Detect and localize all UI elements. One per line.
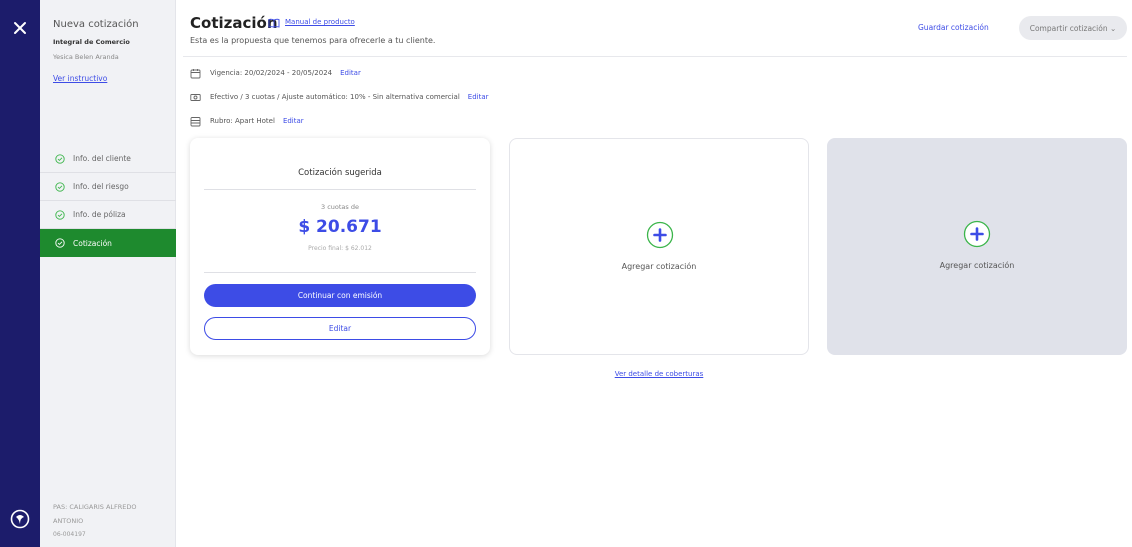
- pas-name-line2: ANTONIO: [53, 517, 84, 525]
- calendar-icon: [190, 68, 201, 78]
- side-panel: Nueva cotización Integral de Comercio Ye…: [40, 0, 176, 547]
- plus-circle-icon[interactable]: [963, 220, 991, 248]
- save-quote-button[interactable]: Guardar cotización: [918, 23, 989, 32]
- info-row-payment: Efectivo / 3 cuotas / Ajuste automático:…: [190, 90, 489, 104]
- suggested-quote-title: Cotización sugerida: [298, 168, 382, 178]
- user-name: Yesica Belen Aranda: [53, 53, 119, 61]
- share-quote-button[interactable]: Compartir cotización ⌄: [1019, 16, 1127, 40]
- step-info-cliente[interactable]: Info. del cliente: [40, 145, 176, 173]
- page-title: Cotización: [190, 14, 278, 32]
- card-divider: [204, 272, 476, 273]
- quote-process-title: Nueva cotización: [53, 19, 139, 30]
- check-circle-icon: [55, 238, 65, 248]
- brand-logo-icon: [10, 509, 30, 529]
- edit-payment-link[interactable]: Editar: [468, 93, 489, 101]
- info-row-vigencia: Vigencia: 20/02/2024 - 20/05/2024 Editar: [190, 66, 361, 80]
- step-info-poliza[interactable]: Info. de póliza: [40, 201, 176, 229]
- step-label: Info. de póliza: [73, 210, 126, 219]
- check-circle-icon: [55, 181, 65, 192]
- step-label: Cotización: [73, 238, 112, 248]
- rubro-text: Rubro: Apart Hotel: [210, 117, 275, 125]
- product-name: Integral de Comercio: [53, 38, 130, 46]
- steps-list: Info. del cliente Info. del riesgo Info.…: [40, 145, 176, 257]
- add-quote-card[interactable]: Agregar cotización: [509, 138, 809, 355]
- navigation-rail: [0, 0, 40, 547]
- card-divider: [204, 189, 476, 190]
- continue-emission-button[interactable]: Continuar con emisión: [204, 284, 476, 307]
- add-quote-label: Agregar cotización: [939, 261, 1015, 270]
- vigencia-text: Vigencia: 20/02/2024 - 20/05/2024: [210, 69, 333, 77]
- book-icon[interactable]: [268, 18, 280, 28]
- pas-code: 06-004197: [53, 531, 86, 538]
- page-subtitle: Esta es la propuesta que tenemos para of…: [190, 36, 436, 45]
- final-price-text: Precio final: $ 62.012: [308, 245, 372, 252]
- pas-name-line1: PAS: CALIGARIS ALFREDO: [53, 503, 137, 511]
- edit-rubro-link[interactable]: Editar: [283, 117, 304, 125]
- building-icon: [190, 116, 201, 126]
- plus-circle-icon[interactable]: [646, 221, 674, 249]
- step-info-riesgo[interactable]: Info. del riesgo: [40, 173, 176, 201]
- close-icon[interactable]: [11, 19, 29, 37]
- edit-quote-button[interactable]: Editar: [204, 317, 476, 340]
- step-label: Info. del riesgo: [73, 182, 129, 191]
- cash-icon: [190, 93, 201, 101]
- add-quote-card[interactable]: Agregar cotización: [827, 138, 1127, 355]
- check-circle-icon: [55, 153, 65, 164]
- product-manual-link[interactable]: Manual de producto: [285, 18, 355, 26]
- instructivo-link[interactable]: Ver instructivo: [53, 74, 107, 83]
- header-divider: [183, 56, 1127, 57]
- payment-text: Efectivo / 3 cuotas / Ajuste automático:…: [210, 93, 460, 101]
- step-label: Info. del cliente: [73, 154, 131, 163]
- check-circle-icon: [55, 209, 65, 220]
- edit-vigencia-link[interactable]: Editar: [340, 69, 361, 77]
- info-row-rubro: Rubro: Apart Hotel Editar: [190, 114, 304, 128]
- installment-amount: $ 20.671: [298, 217, 382, 237]
- coverage-detail-link[interactable]: Ver detalle de coberturas: [509, 370, 809, 378]
- suggested-quote-card: Cotización sugerida 3 cuotas de $ 20.671…: [190, 138, 490, 355]
- installments-text: 3 cuotas de: [321, 203, 359, 211]
- step-cotizacion[interactable]: Cotización: [40, 229, 176, 257]
- add-quote-label: Agregar cotización: [621, 262, 697, 271]
